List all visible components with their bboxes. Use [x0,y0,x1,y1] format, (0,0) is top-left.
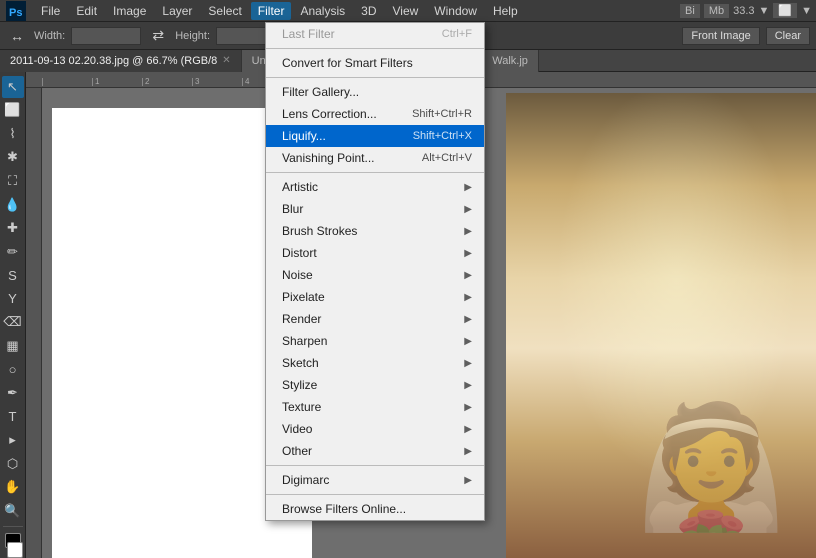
ruler-left [26,88,42,558]
height-label: Height: [175,30,210,42]
screen-mode-dropdown[interactable]: ▼ [801,5,812,17]
ruler-tick: 7 [392,78,442,86]
tab-unicorn-label: UnicornME_image.jpg @ 66.7% (RGB/8#) [252,55,458,67]
front-image-button[interactable]: Front Image [682,27,759,45]
menu-filter[interactable]: Filter [251,2,292,20]
ruler-tick: 8 [442,78,492,86]
screen-mode-icon[interactable]: ⬜ [773,3,797,18]
ruler-tick: 6 [342,78,392,86]
tab-bar: 2011-09-13 02.20.38.jpg @ 66.7% (RGB/8 ✕… [0,50,816,72]
ruler-tick: 2 [142,78,192,86]
canvas-document [52,108,312,558]
menu-layer[interactable]: Layer [155,2,199,20]
bridge-icon[interactable]: Bi [680,4,700,18]
ruler-top: 1 2 3 4 5 6 7 8 [26,72,816,88]
menu-select[interactable]: Select [201,2,248,20]
tool-history[interactable]: Y [2,288,24,310]
menu-bar: Ps File Edit Image Layer Select Filter A… [0,0,816,22]
tab-active-close[interactable]: ✕ [222,55,230,66]
menu-view[interactable]: View [385,2,425,20]
tool-path-selection[interactable]: ▸ [2,429,24,451]
tool-healing[interactable]: ✚ [2,217,24,239]
tool-move[interactable]: ↖ [2,76,24,98]
wedding-photo [506,93,816,558]
ruler-tick: 4 [242,78,292,86]
tool-clone[interactable]: S [2,265,24,287]
tool-crop[interactable]: ⛶ [2,170,24,192]
menu-help[interactable]: Help [486,2,525,20]
options-toolbar: ↔ Width: ⇄ Height: Front Image Clear [0,22,816,50]
width-label: Width: [34,30,65,42]
tool-eraser[interactable]: ⌫ [2,312,24,334]
svg-text:Ps: Ps [9,7,22,19]
tool-zoom[interactable]: 🔍 [2,500,24,522]
tab-walk-label: Walk.jp [492,55,528,67]
tool-type[interactable]: T [2,406,24,428]
swap-icon[interactable]: ⇄ [147,25,169,47]
tool-marquee[interactable]: ⬜ [2,100,24,122]
zoom-display: 33.3 [733,5,754,17]
tab-unicorn-close[interactable]: ✕ [463,55,471,66]
tool-brush[interactable]: ✏ [2,241,24,263]
ruler-tick: 3 [192,78,242,86]
height-input[interactable] [216,27,286,45]
menu-file[interactable]: File [34,2,67,20]
tool-shape[interactable]: ⬡ [2,453,24,475]
ruler-tick: 5 [292,78,342,86]
photo-area [506,93,816,558]
tab-walk[interactable]: Walk.jp [482,50,539,72]
ruler-tick: 1 [92,78,142,86]
tool-pen[interactable]: ✒ [2,382,24,404]
width-input[interactable] [71,27,141,45]
canvas-area: 1 2 3 4 5 6 7 8 [26,72,816,558]
background-color[interactable] [7,542,23,558]
zoom-dropdown[interactable]: ▼ [759,5,770,17]
menu-analysis[interactable]: Analysis [293,2,352,20]
menu-edit[interactable]: Edit [69,2,104,20]
clear-button[interactable]: Clear [766,27,810,45]
tab-active-image[interactable]: 2011-09-13 02.20.38.jpg @ 66.7% (RGB/8 ✕ [0,50,242,72]
menu-window[interactable]: Window [427,2,484,20]
canvas-content [42,88,816,558]
tool-options-icon: ↔ [6,25,28,47]
tool-eyedropper[interactable]: 💧 [2,194,24,216]
mini-bridge-icon[interactable]: Mb [704,4,729,18]
tab-unicorn-image[interactable]: UnicornME_image.jpg @ 66.7% (RGB/8#) ✕ [242,50,483,72]
tool-magic-wand[interactable]: ✱ [2,147,24,169]
tool-dodge[interactable]: ○ [2,359,24,381]
menu-3d[interactable]: 3D [354,2,383,20]
tool-gradient[interactable]: ▦ [2,335,24,357]
main-layout: ↖ ⬜ ⌇ ✱ ⛶ 💧 ✚ ✏ S Y ⌫ ▦ ○ ✒ T ▸ ⬡ ✋ 🔍 1 … [0,72,816,558]
tab-active-label: 2011-09-13 02.20.38.jpg @ 66.7% (RGB/8 [10,55,217,67]
ps-logo: Ps [4,1,28,21]
menu-image[interactable]: Image [106,2,153,20]
ruler-tick [42,78,92,86]
left-toolbar: ↖ ⬜ ⌇ ✱ ⛶ 💧 ✚ ✏ S Y ⌫ ▦ ○ ✒ T ▸ ⬡ ✋ 🔍 [0,72,26,558]
tool-lasso[interactable]: ⌇ [2,123,24,145]
tool-hand[interactable]: ✋ [2,477,24,499]
